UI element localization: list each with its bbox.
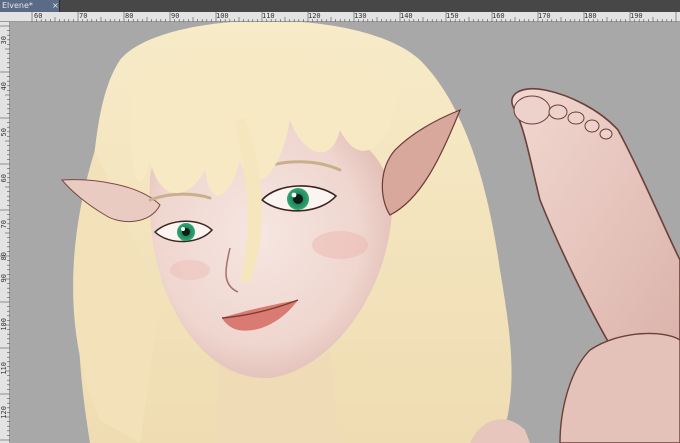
ruler-tick-label: 190 (630, 12, 643, 20)
elf-illustration (60, 22, 680, 443)
ruler-tick-label: 60 (34, 12, 43, 20)
leg (559, 332, 680, 443)
drawing-canvas[interactable] (10, 22, 680, 443)
ruler-tick-label: 120 (0, 406, 8, 419)
document-tab-title: Elvene* (2, 1, 33, 10)
ruler-tick-label: 110 (0, 362, 8, 375)
document-tab-bar: Elvene* × (0, 0, 680, 12)
ruler-tick-label: 50 (0, 128, 8, 137)
document-tab[interactable]: Elvene* × (0, 0, 60, 12)
ruler-tick-label: 150 (446, 12, 459, 20)
ruler-tick-label: 90 (0, 274, 8, 283)
ruler-tick-label: 60 (0, 174, 8, 183)
ruler-tick-label: 130 (354, 12, 367, 20)
ruler-tick-label: 140 (400, 12, 413, 20)
ruler-tick-label: 90 (171, 12, 180, 20)
horizontal-ruler-ticks (31, 12, 677, 22)
ruler-tick-label: 40 (0, 82, 8, 91)
horizontal-ruler: 60 70 80 90 100 110 120 130 140 150 160 … (0, 12, 680, 22)
ruler-tick-label: 160 (492, 12, 505, 20)
ruler-tick-label: 80 (125, 12, 134, 20)
ruler-tick-label: 70 (0, 220, 8, 229)
ruler-tick-label: 80 (0, 252, 8, 261)
ruler-tick-label: 70 (79, 12, 88, 20)
ruler-tick-label: 180 (584, 12, 597, 20)
ruler-tick-label: 110 (262, 12, 275, 20)
ruler-tick-label: 100 (216, 12, 229, 20)
vertical-ruler: 30 40 50 60 70 80 90 100 110 120 (0, 22, 10, 443)
ruler-tick-label: 30 (0, 36, 8, 45)
ruler-tick-label: 170 (538, 12, 551, 20)
ruler-tick-label: 120 (308, 12, 321, 20)
close-tab-icon[interactable]: × (52, 0, 59, 12)
ruler-tick-label: 100 (0, 318, 8, 331)
